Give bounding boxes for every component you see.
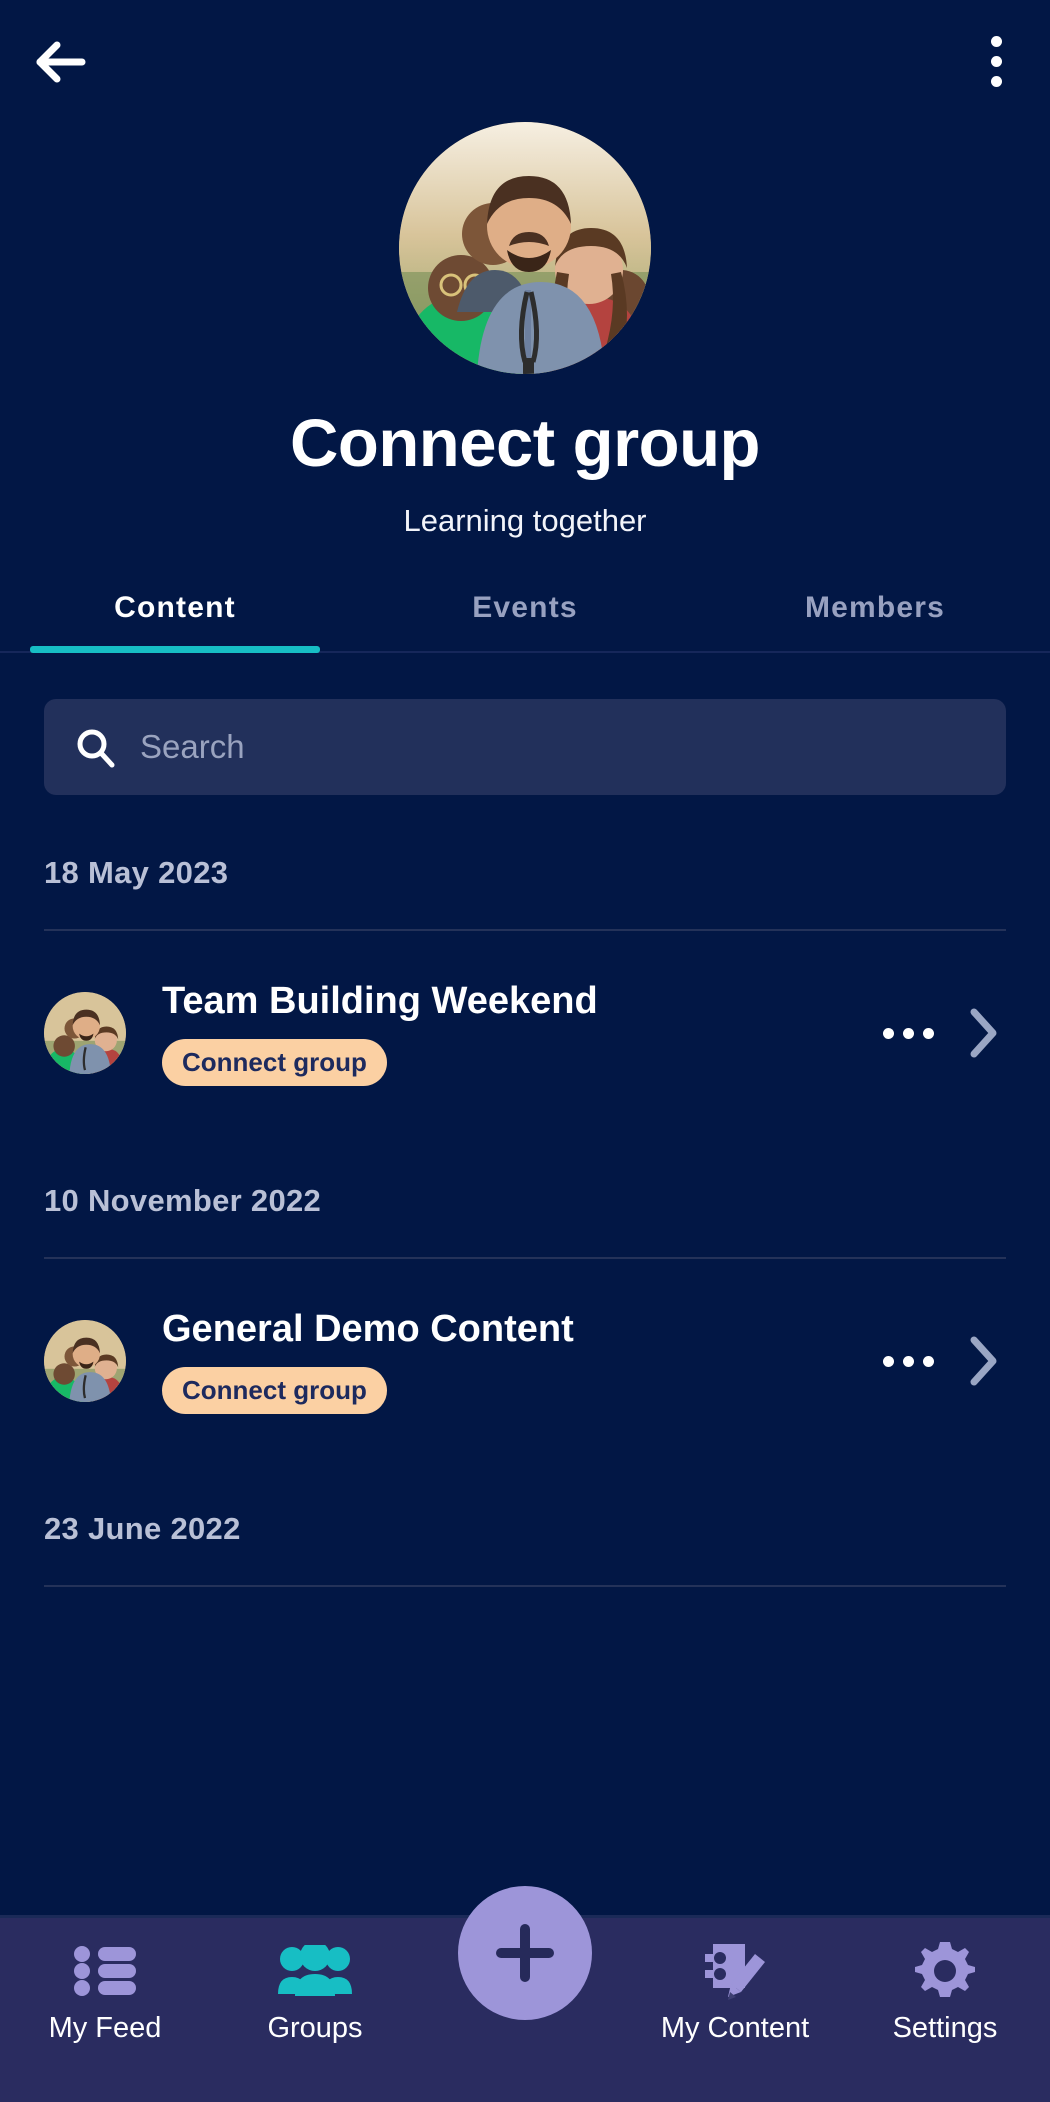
- top-app-bar: [0, 0, 1050, 120]
- tab-members[interactable]: Members: [700, 575, 1050, 651]
- group-detail-screen: Connect group Learning together Content …: [0, 0, 1050, 2102]
- gear-icon: [914, 1940, 976, 2002]
- plus-icon: [496, 1924, 554, 1982]
- row-open-button[interactable]: [960, 1007, 1006, 1059]
- more-horizontal-icon: [903, 1027, 914, 1039]
- table-row[interactable]: General Demo Content Connect group: [44, 1259, 1006, 1451]
- status-badge: Connect group: [162, 1038, 387, 1086]
- search-icon: [77, 729, 115, 768]
- chevron-right-icon: [970, 1008, 997, 1058]
- page-title: Connect group: [290, 406, 760, 481]
- more-horizontal-icon: [883, 1355, 894, 1367]
- search-input[interactable]: Search: [44, 699, 1006, 795]
- status-badge: Connect group: [162, 1366, 387, 1414]
- group-photo-illustration: [399, 122, 651, 374]
- nav-label-groups: Groups: [267, 2012, 363, 2044]
- notebook-pencil-icon: [703, 1940, 767, 2002]
- list-icon: [74, 1940, 136, 2002]
- kebab-menu-icon: [990, 55, 1002, 67]
- nav-label-settings: Settings: [892, 2012, 998, 2044]
- row-more-button[interactable]: [857, 1027, 960, 1039]
- nav-label-my-feed: My Feed: [48, 2012, 162, 2044]
- table-row[interactable]: Team Building Weekend Connect group: [44, 931, 1006, 1123]
- date-header: 23 June 2022: [44, 1511, 241, 1546]
- kebab-menu-icon: [990, 35, 1002, 47]
- bottom-navigation: My Feed Groups My Content Settings: [0, 1886, 1050, 2102]
- group-photo-thumb: [44, 992, 126, 1074]
- date-header: 18 May 2023: [44, 855, 229, 890]
- back-button[interactable]: [18, 20, 102, 104]
- search-placeholder: Search: [140, 728, 245, 765]
- row-more-button[interactable]: [857, 1355, 960, 1367]
- group-subtitle: Learning together: [403, 503, 647, 538]
- avatar: [44, 992, 126, 1074]
- more-horizontal-icon: [903, 1355, 914, 1367]
- nav-item-groups[interactable]: Groups: [210, 1918, 420, 2045]
- date-header: 10 November 2022: [44, 1183, 322, 1218]
- arrow-left-icon: [36, 41, 86, 83]
- tab-content[interactable]: Content: [0, 575, 350, 653]
- tab-bar: Content Events Members: [0, 575, 1050, 653]
- overflow-menu-button[interactable]: [956, 18, 1036, 104]
- group-avatar: [399, 122, 651, 374]
- nav-item-my-feed[interactable]: My Feed: [0, 1918, 210, 2045]
- more-horizontal-icon: [883, 1027, 894, 1039]
- row-body: General Demo Content Connect group: [126, 1308, 857, 1414]
- group-photo-thumb: [44, 1320, 126, 1402]
- content-list: Search 18 May 2023 Team Building Weekend…: [0, 653, 1050, 1915]
- content-title: Team Building Weekend: [162, 980, 598, 1023]
- more-horizontal-icon: [923, 1355, 934, 1367]
- avatar: [44, 1320, 126, 1402]
- group-header: Connect group Learning together: [0, 120, 1050, 539]
- row-body: Team Building Weekend Connect group: [126, 980, 857, 1086]
- tab-events[interactable]: Events: [350, 575, 700, 651]
- row-open-button[interactable]: [960, 1335, 1006, 1387]
- chevron-right-icon: [970, 1336, 997, 1386]
- people-icon: [277, 1940, 353, 2002]
- nav-label-my-content: My Content: [660, 2012, 810, 2044]
- nav-item-my-content[interactable]: My Content: [630, 1918, 840, 2045]
- kebab-menu-icon: [990, 75, 1002, 87]
- divider: [44, 1585, 1006, 1587]
- add-button[interactable]: [458, 1886, 592, 2020]
- nav-item-settings[interactable]: Settings: [840, 1918, 1050, 2045]
- content-title: General Demo Content: [162, 1308, 574, 1351]
- more-horizontal-icon: [923, 1027, 934, 1039]
